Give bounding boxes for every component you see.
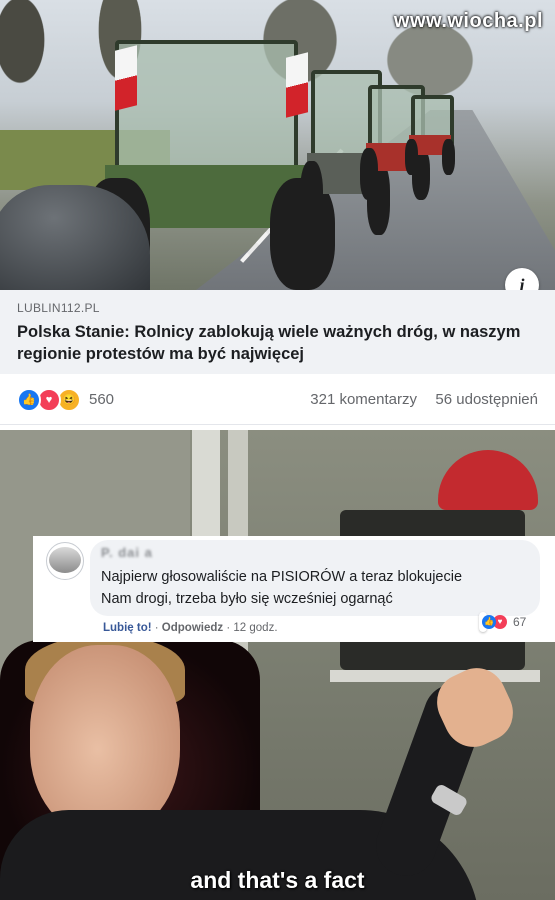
- meme-caption: and that's a fact: [190, 867, 365, 893]
- reaction-count[interactable]: 560: [89, 391, 114, 408]
- avatar[interactable]: [46, 542, 84, 580]
- comment: P. dai a Najpierw głosowaliście na PISIO…: [33, 536, 555, 642]
- shelf: [330, 670, 540, 682]
- comment-bubble: P. dai a Najpierw głosowaliście na PISIO…: [90, 540, 540, 616]
- comments-count[interactable]: 321 komentarzy: [310, 391, 417, 408]
- separator: ·: [226, 622, 231, 634]
- link-domain: LUBLIN112.PL: [17, 301, 100, 315]
- comment-text: Najpierw głosowaliście na PISIORÓW a ter…: [101, 566, 531, 610]
- link-preview[interactable]: LUBLIN112.PL Polska Stanie: Rolnicy zabl…: [0, 290, 555, 374]
- watermark: www.wiocha.pl: [393, 10, 543, 32]
- comment-text-line: Najpierw głosowaliście na PISIORÓW a ter…: [101, 569, 463, 585]
- like-icon: 👍: [482, 615, 496, 629]
- separator: ·: [154, 622, 159, 634]
- comment-reaction-count: 67: [513, 615, 527, 629]
- post-reactions-bar: 👍 ♥ 😆 560 321 komentarzy 56 udostępnień: [0, 374, 555, 425]
- comment-author[interactable]: P. dai a: [101, 545, 153, 560]
- polish-flag: [286, 52, 308, 118]
- link-title[interactable]: Polska Stanie: Rolnicy zablokują wiele w…: [17, 321, 537, 365]
- comment-time[interactable]: 12 godz.: [233, 622, 277, 634]
- post-link-image[interactable]: www.wiocha.pl: [0, 0, 555, 290]
- like-comment-button[interactable]: Lubię to!: [103, 622, 152, 634]
- comment-text-line: Nam drogi, trzeba było się wcześniej oga…: [101, 591, 393, 607]
- comment-actions: Lubię to! · Odpowiedz · 12 godz.: [103, 622, 278, 634]
- polish-flag: [115, 45, 137, 111]
- meme-image: and that's a fact: [0, 430, 555, 900]
- person-face: [30, 645, 180, 835]
- red-cap: [438, 450, 538, 510]
- comment-reactions[interactable]: 👍 ♥ 67: [479, 612, 526, 632]
- shares-count[interactable]: 56 udostępnień: [435, 391, 538, 408]
- tractor: [405, 95, 455, 175]
- reply-button[interactable]: Odpowiedz: [162, 622, 223, 634]
- like-icon[interactable]: 👍: [17, 388, 41, 412]
